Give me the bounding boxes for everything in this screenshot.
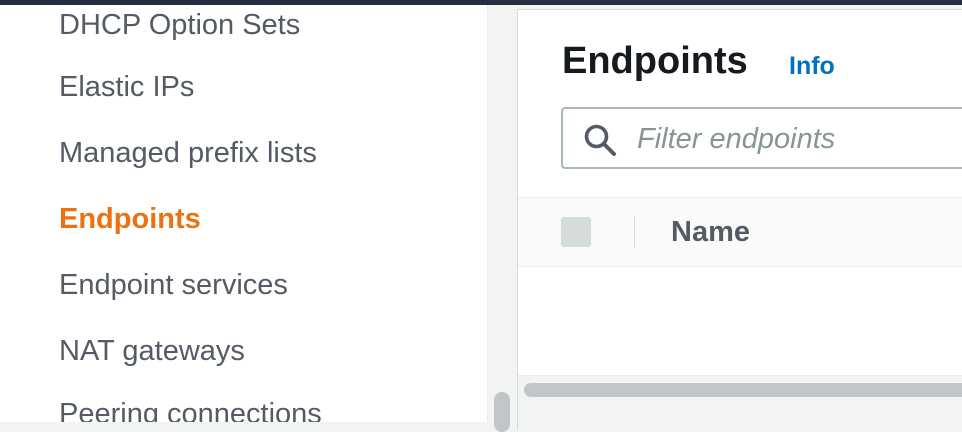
sidebar-item-dhcp-option-sets[interactable]: DHCP Option Sets xyxy=(59,5,300,45)
table-header: Name xyxy=(518,197,962,267)
info-link[interactable]: Info xyxy=(789,52,835,81)
page-title: Endpoints xyxy=(562,40,748,82)
select-all-checkbox[interactable] xyxy=(561,217,591,247)
column-header-name[interactable]: Name xyxy=(671,216,750,249)
endpoints-panel: Endpoints Info Name xyxy=(517,9,962,432)
sidebar-item-endpoint-services[interactable]: Endpoint services xyxy=(59,265,288,305)
sidebar-item-endpoints[interactable]: Endpoints xyxy=(59,199,201,239)
filter-endpoints-field[interactable] xyxy=(561,107,962,169)
filter-endpoints-input[interactable] xyxy=(637,119,962,159)
search-icon xyxy=(584,124,616,156)
sidebar-item-elastic-ips[interactable]: Elastic IPs xyxy=(59,67,194,107)
sidebar-scrollbar[interactable] xyxy=(494,392,510,432)
column-divider[interactable] xyxy=(634,216,635,248)
sidebar-divider xyxy=(487,5,488,422)
horizontal-scrollbar[interactable] xyxy=(524,383,962,397)
sidebar-item-managed-prefix-lists[interactable]: Managed prefix lists xyxy=(59,133,317,173)
sidebar-nav: DHCP Option Sets Elastic IPs Managed pre… xyxy=(0,5,487,422)
horizontal-scrollbar-track xyxy=(518,375,962,432)
sidebar-item-nat-gateways[interactable]: NAT gateways xyxy=(59,331,245,371)
sidebar-item-peering-connections[interactable]: Peering connections xyxy=(59,394,322,422)
